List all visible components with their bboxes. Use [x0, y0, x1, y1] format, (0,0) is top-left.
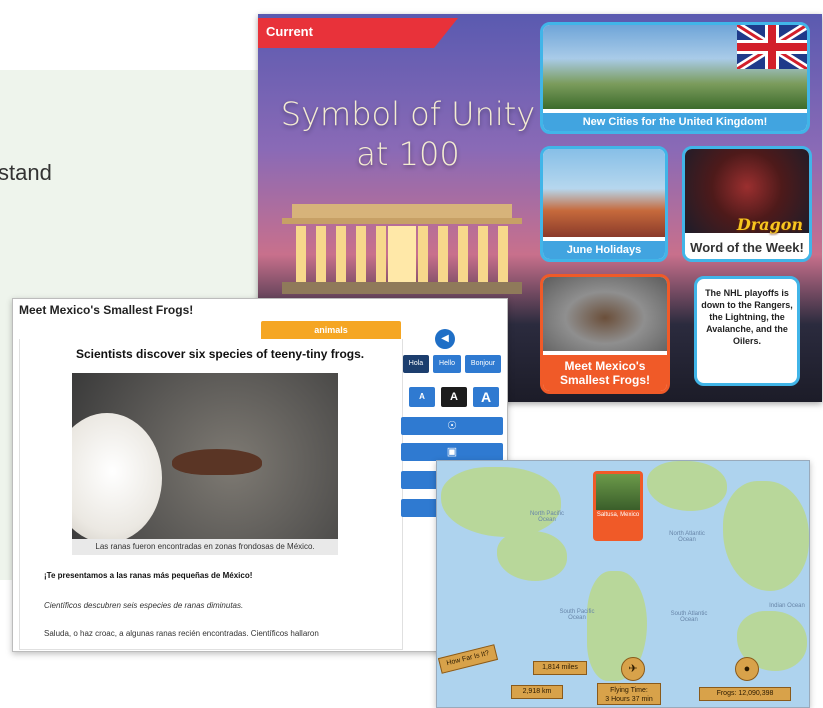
- tile-frog-label-line-2: Smallest Frogs!: [559, 373, 651, 387]
- article-window-title: Meet Mexico's Smallest Frogs!: [19, 303, 194, 317]
- frog-icon: ●: [735, 657, 759, 681]
- ocean-label-indian: Indian Ocean: [769, 603, 805, 609]
- tile-smallest-frogs[interactable]: Meet Mexico's Smallest Frogs!: [540, 274, 670, 394]
- location-pin-label: Saltusa, Mexico: [596, 512, 640, 518]
- ocean-label-south-pacific: South Pacific Ocean: [559, 609, 595, 621]
- frog-count-sign: Frogs: 12,090,398: [699, 687, 791, 701]
- article-headline: Scientists discover six species of teeny…: [76, 347, 365, 361]
- thumb-shape: [72, 413, 162, 539]
- world-map-window: North Pacific Ocean North Atlantic Ocean…: [436, 460, 810, 708]
- language-buttons: Hola Hello Bonjour: [403, 355, 503, 373]
- tile-frog-label-line-1: Meet Mexico's: [564, 359, 646, 373]
- current-tag: Current: [258, 18, 458, 48]
- feature-headline[interactable]: Symbol of Unity at 100: [268, 94, 548, 174]
- text-size-large-button[interactable]: A: [473, 387, 499, 407]
- uk-flag-icon: [737, 25, 807, 69]
- background-text-fragment: stand: [0, 160, 52, 185]
- land-north-america: [441, 467, 561, 537]
- tile-nhl-text: The NHL playoffs is down to the Rangers,…: [701, 288, 793, 346]
- tile-june-holidays[interactable]: June Holidays: [540, 146, 668, 262]
- paragraph-2: Científicos descubren seis especies de r…: [44, 601, 244, 610]
- article-body: Scientists discover six species of teeny…: [19, 339, 403, 650]
- audio-speaker-button[interactable]: ◀: [435, 329, 455, 349]
- category-tab[interactable]: animals: [261, 321, 401, 339]
- headline-line-1: Symbol of Unity: [280, 95, 536, 133]
- tile-uk-cities[interactable]: New Cities for the United Kingdom!: [540, 22, 810, 134]
- tile-frog-label: Meet Mexico's Smallest Frogs!: [543, 355, 667, 391]
- land-central-america: [497, 531, 567, 581]
- ocean-label-north-pacific: North Pacific Ocean: [529, 511, 564, 523]
- headline-line-2: at 100: [356, 135, 460, 173]
- text-size-medium-button[interactable]: A: [441, 387, 467, 407]
- word-dragon: Dragon: [736, 215, 803, 234]
- km-sign: 2,918 km: [511, 685, 563, 699]
- photo-caption: Las ranas fueron encontradas en zonas fr…: [72, 539, 338, 555]
- text-size-buttons: A A A: [409, 387, 501, 407]
- land-greenland: [647, 461, 727, 511]
- june-holidays-image: [543, 149, 665, 237]
- location-pin[interactable]: Saltusa, Mexico: [593, 471, 643, 541]
- how-far-sign: How Far Is It?: [437, 644, 499, 674]
- paragraph-1: ¡Te presentamos a las ranas más pequeñas…: [44, 571, 253, 580]
- land-europe-africa: [723, 481, 809, 591]
- globe-tool-button[interactable]: ☉: [401, 417, 503, 435]
- location-pin-image: [596, 474, 640, 510]
- tile-word-of-week[interactable]: Dragon Word of the Week!: [682, 146, 812, 262]
- image-tool-button[interactable]: ▣: [401, 443, 503, 461]
- language-button-hello[interactable]: Hello: [433, 355, 461, 373]
- text-size-small-button[interactable]: A: [409, 387, 435, 407]
- frog-photo: [72, 373, 338, 539]
- article-window: Meet Mexico's Smallest Frogs! animals Sc…: [12, 298, 508, 652]
- tile-june-label: June Holidays: [543, 241, 665, 259]
- tile-word-label: Word of the Week!: [685, 236, 809, 259]
- ocean-label-south-atlantic: South Atlantic Ocean: [670, 611, 708, 623]
- language-button-hola[interactable]: Hola: [403, 355, 429, 373]
- flying-time-value: 3 Hours 37 min: [605, 696, 653, 703]
- paragraph-3: Saluda, o haz croac, a algunas ranas rec…: [44, 629, 319, 638]
- ocean-label-north-atlantic: North Atlantic Ocean: [669, 531, 705, 543]
- language-button-bonjour[interactable]: Bonjour: [465, 355, 501, 373]
- lincoln-memorial-image: [282, 204, 522, 294]
- flying-time-sign: Flying Time: 3 Hours 37 min: [597, 683, 661, 705]
- frog-shape: [172, 449, 262, 475]
- miles-sign: 1,814 miles: [533, 661, 587, 675]
- frog-image: [543, 277, 667, 351]
- tile-uk-label: New Cities for the United Kingdom!: [543, 113, 807, 131]
- flying-time-label: Flying Time:: [610, 687, 648, 694]
- airplane-icon: ✈: [621, 657, 645, 681]
- tile-nhl-playoffs[interactable]: The NHL playoffs is down to the Rangers,…: [694, 276, 800, 386]
